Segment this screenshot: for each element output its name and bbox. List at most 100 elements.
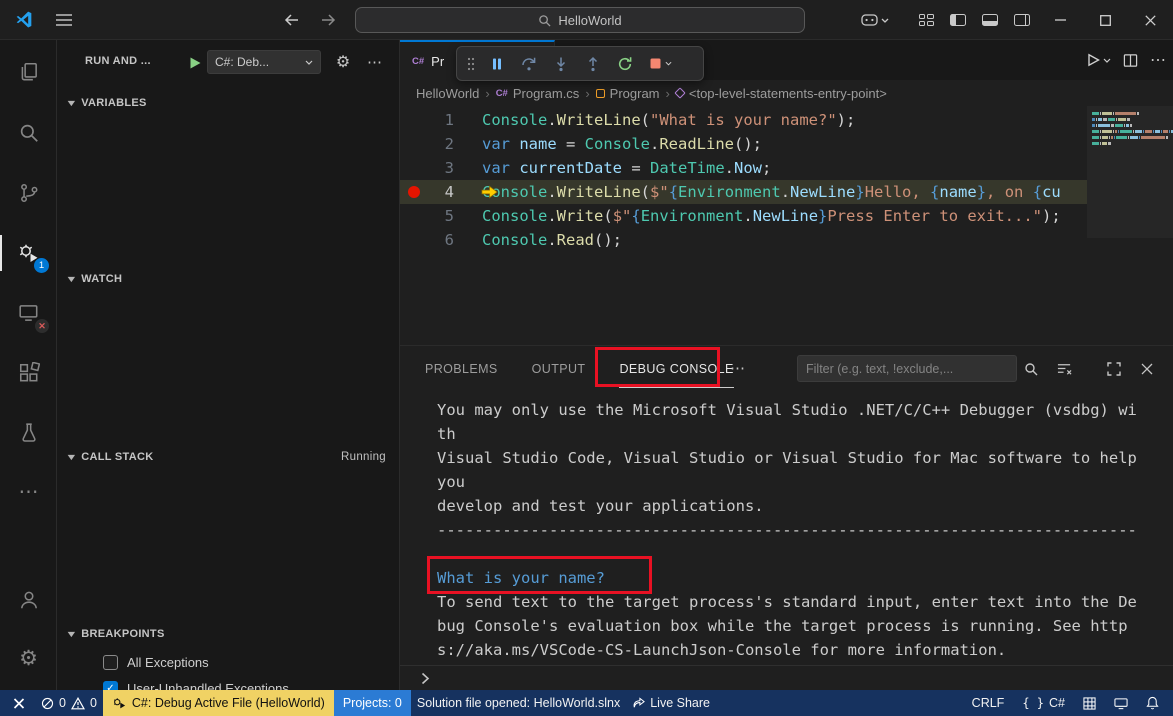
maximize-panel-icon[interactable] [1100,355,1128,382]
minimize-button[interactable] [1038,0,1083,40]
account-icon[interactable] [0,576,57,624]
breakpoint-checkbox[interactable]: ✓ [103,681,118,691]
forward-arrow-icon[interactable] [318,9,340,31]
panel-tab-problems[interactable]: PROBLEMS [425,349,498,387]
breakpoint-gutter[interactable] [400,108,428,132]
testing-icon[interactable] [0,409,57,457]
panel-more-icon[interactable]: ⋯ [730,346,746,390]
source-control-icon[interactable] [0,169,57,217]
minimap-line [1092,136,1173,139]
stop-button[interactable] [642,50,678,78]
extensions-icon[interactable] [0,349,57,397]
sidebar-title: RUN AND ... [85,55,151,67]
code-line: 6Console.Read(); [400,228,1087,252]
panel-tab-output[interactable]: OUTPUT [532,349,586,387]
split-editor-icon[interactable] [1123,53,1138,68]
csharp-file-icon: C# [412,56,424,67]
section-header-call-stack[interactable]: ▼CALL STACKRunning [57,446,400,468]
toolbar-grip-icon[interactable] [463,50,479,78]
panel-search-icon[interactable] [1017,355,1045,382]
toggle-primary-sidebar-icon[interactable] [942,0,974,40]
remote-error-badge: ✕ [35,319,49,333]
search-icon[interactable] [0,109,57,157]
chevron-down-icon: ▼ [65,98,78,108]
remote-explorer-icon[interactable]: ✕ [0,289,57,337]
breakpoint-dot[interactable] [408,186,420,198]
breakpoint-gutter[interactable] [400,156,428,180]
breakpoint-gutter[interactable] [400,228,428,252]
close-panel-icon[interactable] [1133,355,1161,382]
current-line-arrow-icon [480,183,499,201]
step-over-button[interactable] [514,50,543,78]
menu-icon[interactable] [52,10,76,30]
error-icon [41,697,54,710]
line-number: 1 [428,111,454,129]
breakpoint-gutter[interactable] [400,132,428,156]
breadcrumb-item[interactable]: C#Program.cs [496,86,580,101]
eol-indicator[interactable]: CRLF [966,690,1011,716]
breadcrumb: HelloWorld›C#Program.cs›Program›<top-lev… [400,80,1173,106]
problems-status[interactable]: 0 0 [35,690,103,716]
breakpoint-gutter[interactable] [400,180,428,204]
breakpoint-checkbox[interactable] [103,655,118,670]
close-window-button[interactable] [1128,0,1173,40]
step-out-button[interactable] [578,50,607,78]
section-header-watch[interactable]: ▼WATCH [57,268,400,290]
line-number: 4 [428,183,454,201]
search-icon [538,14,551,27]
maximize-button[interactable] [1083,0,1128,40]
breadcrumb-item[interactable]: Program [596,86,660,101]
filter-input[interactable] [797,355,1017,382]
back-arrow-icon[interactable] [280,9,302,31]
explorer-icon[interactable] [0,48,57,96]
copilot-icon[interactable] [854,0,896,40]
settings-gear-icon[interactable]: ⚙ [0,634,57,682]
editor-actions: ⋯ [1087,40,1167,80]
debug-config-dropdown[interactable]: C#: Deb... [207,50,321,74]
breadcrumb-item[interactable]: <top-level-statements-entry-point> [676,86,887,101]
code-editor[interactable]: 1Console.WriteLine("What is your name?")… [400,108,1087,252]
debug-settings-gear-icon[interactable]: ⚙ [331,50,355,74]
minimap-line [1092,130,1173,133]
table-grid-icon[interactable] [1077,690,1102,716]
bell-icon[interactable] [1140,690,1165,716]
chevron-down-icon [1103,58,1111,63]
section-header-breakpoints[interactable]: ▼BREAKPOINTS [57,623,400,645]
warning-count: 0 [90,696,97,710]
command-center-search[interactable]: HelloWorld [355,7,805,33]
run-and-debug-icon[interactable]: 1 [0,229,57,277]
language-mode[interactable]: { } C# [1016,690,1071,716]
nav-history [280,0,340,40]
panel-tab-debug-console[interactable]: DEBUG CONSOLE [619,349,733,388]
step-into-button[interactable] [546,50,575,78]
clear-console-icon[interactable] [1050,355,1078,382]
live-share-status[interactable]: Live Share [626,690,716,716]
minimap[interactable] [1087,106,1173,238]
toggle-secondary-sidebar-icon[interactable] [1006,0,1038,40]
restart-button[interactable] [610,50,639,78]
projects-status[interactable]: Projects: 0 [334,690,411,716]
search-value: HelloWorld [558,13,621,28]
debug-status-label: C#: Debug Active File (HelloWorld) [132,696,325,710]
run-or-debug-button[interactable] [1087,53,1111,67]
debug-console-output[interactable]: You may only use the Microsoft Visual St… [437,398,1139,662]
breakpoint-item[interactable]: ✓User-Unhandled Exceptions [57,677,400,690]
solution-status[interactable]: Solution file opened: HelloWorld.slnx [411,690,626,716]
start-debug-button[interactable] [185,53,205,73]
breakpoint-gutter[interactable] [400,204,428,228]
debug-status[interactable]: C#: Debug Active File (HelloWorld) [103,690,334,716]
editor-more-icon[interactable]: ⋯ [1150,50,1167,70]
minimap-line [1092,118,1173,121]
toggle-panel-icon[interactable] [974,0,1006,40]
sidebar-more-icon[interactable]: ⋯ [363,50,387,74]
debug-console-input[interactable] [400,665,1173,690]
console-info-line: ----------------------------------------… [437,518,1139,542]
breadcrumb-item[interactable]: HelloWorld [416,86,479,101]
more-views-icon[interactable]: ⋯ [0,468,57,516]
section-header-variables[interactable]: ▼VARIABLES [57,92,400,114]
pause-button[interactable] [482,50,511,78]
remote-indicator[interactable] [0,690,35,716]
screen-share-icon[interactable] [1108,690,1134,716]
breakpoint-item[interactable]: All Exceptions [57,651,400,673]
customize-layout-icon[interactable] [910,0,942,40]
